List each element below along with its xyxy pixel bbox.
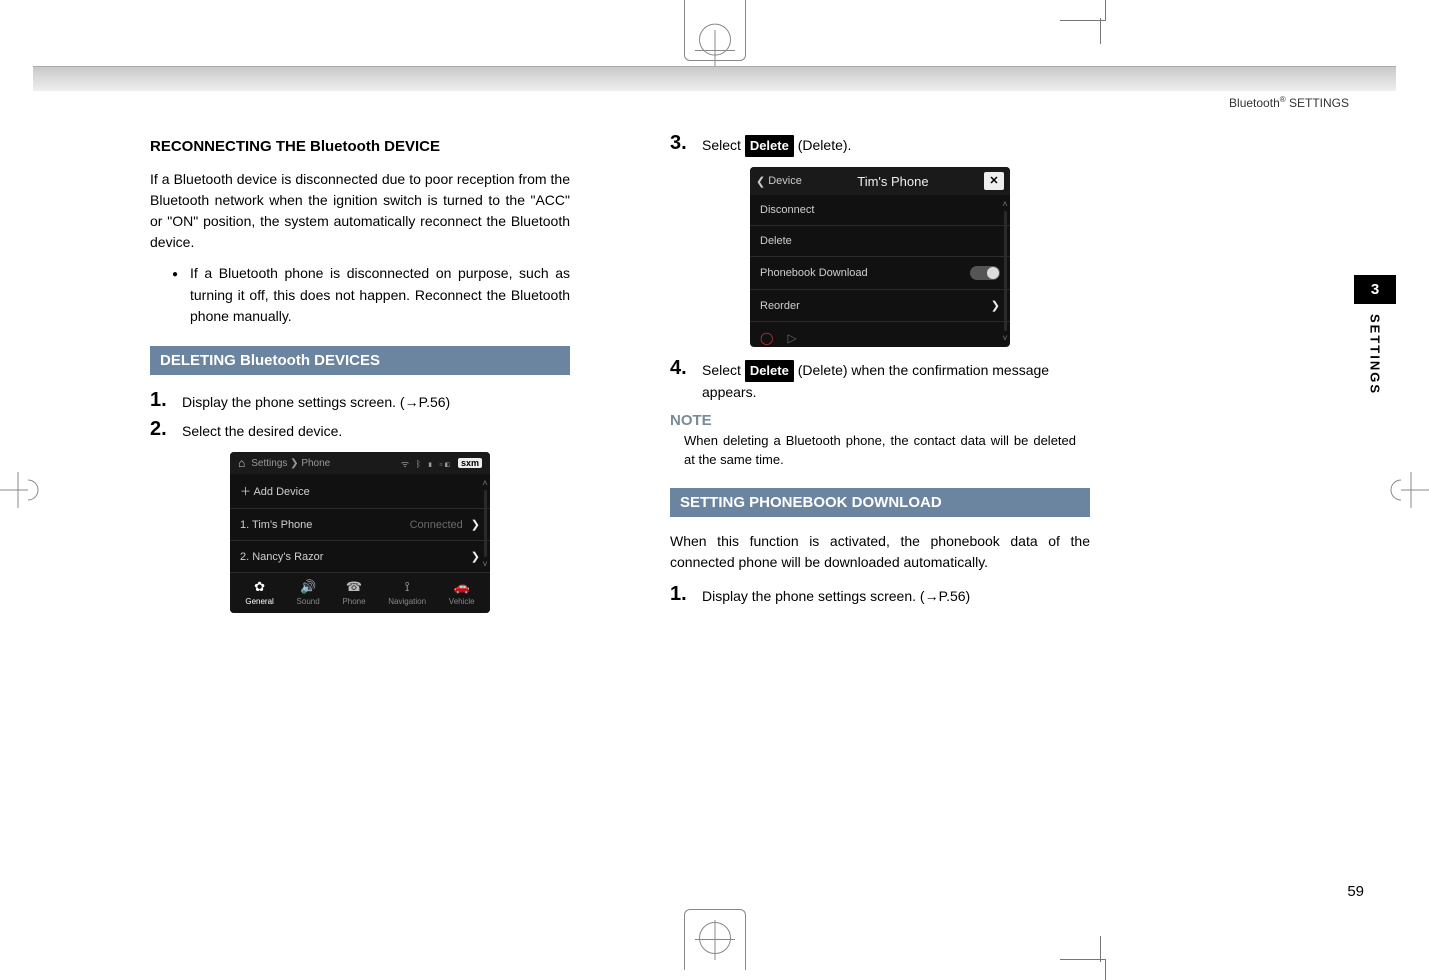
side-tab: 3 SETTINGS — [1354, 275, 1396, 395]
delete-row[interactable]: Delete — [750, 226, 1010, 257]
scrollbar[interactable]: ˄˅ — [1002, 199, 1008, 343]
chevron-down-icon: ˅ — [482, 559, 487, 569]
delete-button-label: Delete — [745, 360, 794, 382]
device-title: Tim's Phone — [802, 174, 984, 189]
phonebook-download-row[interactable]: Phonebook Download — [750, 257, 1010, 290]
sxm-badge: sxm — [458, 458, 482, 468]
reorder-row[interactable]: Reorder❯ — [750, 290, 1010, 322]
device-row-2[interactable]: 2. Nancy's Razor❯ — [230, 541, 490, 573]
left-column: RECONNECTING THE Bluetooth DEVICE If a B… — [150, 130, 570, 623]
step-3: 3.Select Delete (Delete). — [670, 132, 1090, 157]
note-body: When deleting a Bluetooth phone, the con… — [670, 429, 1090, 470]
delete-button-label: Delete — [745, 135, 794, 157]
source-icon: ▷ — [787, 331, 796, 345]
scrollbar[interactable]: ˄˅ — [482, 478, 488, 569]
toggle-switch[interactable] — [970, 266, 1000, 280]
side-registration-right — [1389, 460, 1429, 520]
screenshot-phone-settings: ⌂ Settings ❯ Phone ᯤ ᛒ ▮ ▫◧ sxm ＋ Add De… — [230, 452, 490, 612]
chevron-right-icon: ❯ — [991, 299, 1000, 312]
chevron-down-icon: ˅ — [1002, 333, 1007, 343]
gear-icon: ✿ — [245, 579, 273, 595]
home-icon[interactable]: ⌂ — [238, 456, 245, 470]
tab-vehicle[interactable]: 🚗Vehicle — [449, 579, 475, 606]
paragraph-phonebook: When this function is activated, the pho… — [670, 531, 1090, 573]
add-device-row[interactable]: ＋ Add Device — [230, 474, 490, 509]
note-heading: NOTE — [670, 412, 1090, 429]
step-1: 1.Display the phone settings screen. (→P… — [150, 389, 570, 414]
header-gradient — [33, 67, 1396, 91]
tab-general[interactable]: ✿General — [245, 579, 273, 606]
chevron-right-icon: ❯ — [471, 550, 480, 563]
close-button[interactable]: ✕ — [984, 172, 1004, 190]
radio-icon: ◯ — [760, 331, 773, 345]
nav-icon: ⟟ — [388, 579, 426, 595]
chapter-label: SETTINGS — [1368, 314, 1383, 395]
status-icons: ᯤ ᛒ ▮ ▫◧ — [401, 457, 452, 470]
bottom-bar-hint: ◯▷ — [750, 322, 1010, 347]
heading-phonebook-download: SETTING PHONEBOOK DOWNLOAD — [670, 488, 1090, 517]
running-head: Bluetooth® SETTINGS — [1229, 95, 1349, 110]
step-1b: 1.Display the phone settings screen. (→P… — [670, 583, 1090, 608]
disconnect-row[interactable]: Disconnect — [750, 195, 1010, 226]
back-button[interactable]: ❮Device — [756, 175, 802, 188]
device-row-1[interactable]: 1. Tim's PhoneConnected❯ — [230, 509, 490, 541]
heading-reconnecting: RECONNECTING THE Bluetooth DEVICE — [150, 138, 570, 155]
chapter-number: 3 — [1354, 275, 1396, 304]
side-registration-left — [0, 460, 40, 520]
screenshot-device-menu: ❮Device Tim's Phone ✕ Disconnect Delete … — [750, 167, 1010, 347]
paragraph-reconnect: If a Bluetooth device is disconnected du… — [150, 169, 570, 253]
car-icon: 🚗 — [449, 579, 475, 595]
chevron-right-icon: ❯ — [471, 518, 480, 531]
crop-mark — [1100, 936, 1117, 962]
heading-deleting: DELETING Bluetooth DEVICES — [150, 346, 570, 375]
chevron-up-icon: ˄ — [1002, 199, 1007, 209]
registration-cross-h — [695, 50, 735, 51]
chevron-left-icon: ❮ — [756, 175, 765, 188]
breadcrumb: Settings ❯ Phone — [251, 458, 395, 469]
speaker-icon: 🔊 — [297, 579, 320, 595]
crop-mark — [1060, 959, 1106, 980]
bullet-reconnect-note: If a Bluetooth phone is disconnected on … — [190, 263, 570, 328]
tab-phone[interactable]: ☎Phone — [342, 579, 365, 606]
right-column: 3.Select Delete (Delete). ❮Device Tim's … — [670, 128, 1090, 612]
registration-cross-h-bottom — [695, 939, 735, 940]
step-2: 2.Select the desired device. — [150, 418, 570, 443]
page-number: 59 — [1347, 883, 1364, 900]
step-4: 4.Select Delete (Delete) when the confir… — [670, 357, 1090, 404]
registration-cross-v-bottom — [714, 920, 715, 960]
crop-mark — [1100, 18, 1117, 44]
tab-sound[interactable]: 🔊Sound — [297, 579, 320, 606]
tab-navigation[interactable]: ⟟Navigation — [388, 579, 426, 606]
chevron-up-icon: ˄ — [482, 478, 487, 488]
phone-icon: ☎ — [342, 579, 365, 595]
